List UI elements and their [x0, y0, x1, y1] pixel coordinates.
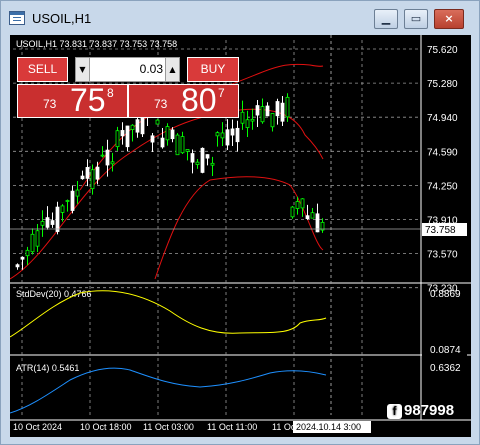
candle-body — [195, 161, 200, 165]
candle-body — [110, 161, 115, 165]
stddev-top-label: 0.8869 — [430, 289, 461, 300]
candle-body — [185, 149, 190, 152]
lot-increase-button[interactable]: ▲ — [165, 58, 179, 81]
time-axis-label: 11 Oct 11:00 — [207, 422, 257, 432]
atr-label: ATR(14) 0.5461 — [16, 363, 79, 373]
price-tick-label: 74.940 — [427, 113, 458, 124]
time-axis-label: 10 Oct 2024 — [13, 422, 62, 432]
candle-body — [20, 256, 25, 260]
candle-body — [30, 233, 35, 253]
candle-body — [40, 221, 45, 226]
time-axis-label: 11 Oct 03:00 — [143, 422, 194, 432]
watermark: f 987998 — [387, 402, 475, 426]
price-tick-label: 75.280 — [427, 79, 458, 90]
price-tick-label: 74.590 — [427, 147, 458, 158]
candle-body — [70, 190, 75, 211]
candle-body — [310, 212, 315, 219]
candle-body — [85, 167, 90, 179]
candle-body — [300, 198, 305, 209]
candle-body — [15, 264, 20, 268]
maximize-icon: ▭ — [410, 12, 422, 25]
candle-body — [65, 200, 70, 202]
stddev-label: StdDev(20) 0.4766 — [16, 289, 92, 299]
buy-price-prefix: 73 — [154, 97, 168, 111]
chart-window-icon — [9, 11, 25, 25]
buy-price-main: 80 — [181, 82, 217, 118]
time-axis-label: 10 Oct 18:00 — [80, 422, 132, 432]
candle-body — [190, 153, 195, 163]
one-click-trading-panel: SELL ▼ 0.03 ▲ BUY 73 75 8 73 80 7 — [17, 57, 245, 146]
close-icon: × — [444, 12, 454, 25]
price-tick-label: 73.570 — [427, 250, 458, 261]
candle-body — [95, 166, 100, 180]
title-bar: USOIL,H1 ▁ ▭ × — [1, 1, 479, 34]
window-title: USOIL,H1 — [32, 11, 92, 26]
candle-body — [35, 230, 40, 247]
candle-body — [305, 215, 310, 220]
price-tick-label: 75.620 — [427, 45, 458, 56]
sell-price[interactable]: 73 75 8 — [17, 82, 128, 118]
lot-size-input[interactable]: 0.03 — [92, 62, 163, 76]
sell-button[interactable]: SELL — [17, 57, 68, 82]
minimize-button[interactable]: ▁ — [374, 9, 398, 29]
candle-body — [45, 217, 50, 228]
buy-button[interactable]: BUY — [187, 57, 239, 82]
candle-body — [60, 205, 65, 213]
candle-body — [25, 249, 30, 257]
candle-body — [295, 201, 300, 209]
candle-body — [210, 162, 215, 166]
chart-area[interactable]: 75.620 75.280 74.940 74.590 74.250 73.910 73.5… — [9, 35, 471, 437]
sell-price-last-digit: 8 — [107, 86, 114, 100]
buy-price-last-digit: 7 — [218, 86, 225, 100]
current-price-label: 73.758 — [425, 225, 456, 236]
buy-price[interactable]: 73 80 7 — [128, 82, 239, 118]
candle-body — [80, 175, 85, 180]
candle-body — [285, 96, 290, 118]
time-highlight-label: 2024.10.14 3:00 — [296, 422, 361, 432]
atr-top-label: 0.6362 — [430, 363, 461, 374]
candle-body — [55, 206, 60, 232]
candle-body — [200, 147, 205, 173]
maximize-button[interactable]: ▭ — [404, 9, 428, 29]
candle-body — [275, 101, 280, 117]
candle-body — [260, 106, 265, 123]
price-tick-label: 74.250 — [427, 181, 458, 192]
chart-header-label: USOIL,H1 73.831 73.837 73.753 73.758 — [16, 39, 177, 49]
watermark-text: 987998 — [404, 402, 455, 419]
candle-body — [255, 105, 260, 116]
candle-body — [270, 113, 275, 128]
candle-body — [75, 189, 80, 197]
app-window: USOIL,H1 ▁ ▭ × 75.620 75.280 74.940 74.590 7… — [0, 0, 480, 445]
close-button[interactable]: × — [434, 9, 464, 29]
minimize-icon: ▁ — [381, 12, 391, 25]
candle-body — [245, 119, 250, 128]
social-logo-icon: f — [387, 404, 402, 419]
sell-price-main: 75 — [70, 82, 106, 118]
candle-body — [280, 102, 285, 122]
candle-body — [90, 169, 95, 190]
stddev-bottom-label: 0.0874 — [430, 345, 461, 356]
candle-body — [265, 105, 270, 117]
sell-price-prefix: 73 — [43, 97, 57, 111]
candle-body — [205, 154, 210, 159]
candle-body — [250, 118, 255, 122]
lot-decrease-button[interactable]: ▼ — [76, 58, 90, 81]
lot-size-stepper[interactable]: ▼ 0.03 ▲ — [75, 57, 180, 82]
candle-body — [105, 149, 110, 166]
candle-body — [290, 206, 295, 218]
candle-body — [50, 220, 55, 225]
candle-body — [100, 154, 105, 157]
